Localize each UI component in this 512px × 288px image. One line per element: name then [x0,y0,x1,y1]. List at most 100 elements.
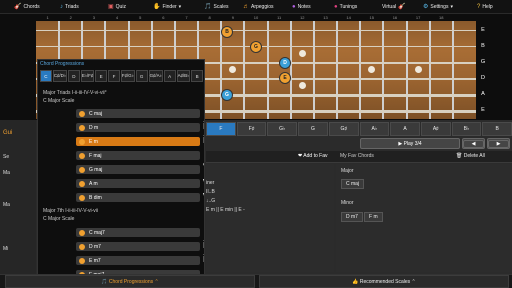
fret-number: 8 [208,15,211,20]
nav-help[interactable]: ? Help [477,0,493,14]
chord-row[interactable]: B dim [76,193,200,202]
nav-finder-label: Finder [162,4,177,10]
chord-progressions-tab[interactable]: 🎵 Chord Progressions ⌃ [5,275,255,288]
chord-dot-icon [79,257,85,264]
popup-key-button[interactable]: C♯/D♭ [52,70,67,82]
chord-label: C maj [89,110,103,117]
note-label: E [283,75,287,81]
popup-key-button[interactable]: G [135,70,148,82]
next-icon: ▶ [488,139,509,148]
chord-row[interactable]: G maj [76,165,200,174]
recommended-scales-tab[interactable]: 👍 Recommended Scales ⌃ [259,275,509,288]
chord-row[interactable]: E m [76,137,200,146]
fret-wire [243,21,246,119]
nav-arpeggios-label: Arpeggios [251,4,274,10]
nav-settings[interactable]: ⚙ Settings ▾ [423,0,453,14]
nav-virtual-label: Virtual [382,4,397,10]
fret-note[interactable]: E [279,72,291,84]
key-button[interactable]: G [298,122,328,136]
delete-all-button[interactable]: 🗑 Delete All [456,153,485,159]
key-button[interactable]: A♭ [359,122,390,136]
chord-row[interactable]: E m7 [76,256,200,265]
fret-note[interactable]: G [221,89,233,101]
chord-row[interactable]: C maj [76,109,200,118]
nav-tunings[interactable]: ● Tunings [334,0,357,14]
note-label: G [254,44,258,50]
popup-key-button[interactable]: C [40,70,52,82]
section-subtitle: C Major Scale [43,98,75,104]
left-ma2-label: Ma [3,202,10,208]
popup-key-button[interactable]: A♯/B♭ [176,70,191,82]
nav-arpeggios[interactable]: ♬ Arpeggios [243,0,274,14]
left-panel: Gui Se Ma Ma Mi [0,120,36,288]
fret-note[interactable]: D [279,57,291,69]
chord-dot-icon [79,180,85,187]
popup-key-button[interactable]: F [108,70,120,82]
chord-row[interactable]: A m [76,179,200,188]
popup-key-button[interactable]: B [191,70,204,82]
string-name: D [481,75,485,81]
key-button[interactable]: F [206,122,236,136]
nav-scales[interactable]: 🎵 Scales [204,0,229,14]
chord-dot-icon [79,229,85,236]
popup-key-button[interactable]: F♯/G♭ [120,70,135,82]
roman-numeral: iii [203,135,204,146]
help-icon: ? [477,4,481,10]
key-button[interactable]: A [390,122,420,136]
popup-key-button[interactable]: D [67,70,80,82]
popup-key-button[interactable]: G♯/A♭ [148,70,163,82]
nav-chords[interactable]: 🎸 Chords [14,0,40,14]
fav-chip-c-maj[interactable]: C maj [341,179,365,189]
nav-finder[interactable]: ✋ Finder ▾ [153,0,181,14]
nav-virtual[interactable]: Virtual 🎸 [382,0,406,14]
chord-progressions-label: 🎵 Chord Progressions ⌃ [101,278,159,285]
chord-label: C maj7 [89,229,105,236]
popup-key-button[interactable]: E♭/F♯ [80,70,95,82]
fret-number: 2 [69,15,72,20]
add-to-fav-button[interactable]: ❤ Add to Fav [298,153,327,159]
minor-label: Minor [341,200,354,206]
key-button[interactable]: G♯ [328,122,359,136]
fav-chip-f-m[interactable]: F m [364,212,383,222]
chord-label: B dim [89,194,102,201]
key-button[interactable]: B [482,122,512,136]
chord-info-panel: iner II..B ↓..G E m || E min || E - [206,164,334,272]
prev-button[interactable]: ◀ [462,138,485,149]
chord-row[interactable]: D m [76,123,200,132]
chord-info-line: ↓..G [206,198,216,204]
chord-info-line: iner [206,180,215,186]
chord-dot-icon [79,271,85,274]
chord-row[interactable]: F maj [76,151,200,160]
key-button[interactable]: B♭ [451,122,482,136]
chord-progressions-popup: Chord Progressions C C♯/D♭ D E♭/F♯ E F F♯/G♭ G G… [37,59,205,275]
fret-number: 1 [46,15,49,20]
left-guide-label: Gui [3,130,13,136]
chord-row[interactable]: D m7 [76,242,200,251]
key-button[interactable]: G♭ [267,122,298,136]
next-button[interactable]: ▶ [487,138,510,149]
key-button[interactable]: F♯ [236,122,267,136]
fret-note[interactable]: B [221,26,233,38]
nav-quiz[interactable]: ▣ Quiz [108,0,126,14]
nav-notes[interactable]: ● Notes [292,0,311,14]
key-selector: F F♯ G♭ G G♯ A♭ A A♯ B♭ B [206,122,512,136]
chord-dot-icon [79,194,85,201]
nav-chords-label: Chords [23,4,40,10]
notes-icon: ● [292,4,296,10]
fret-number: 5 [139,15,142,20]
chord-row[interactable]: C maj7 [76,228,200,237]
roman-numeral: ii [203,121,204,132]
favorites-bar: ❤ Add to Fav My Fav Chords 🗑 Delete All [206,151,512,163]
fav-chip-d-m7[interactable]: D m7 [341,212,363,222]
play-button[interactable]: ▶ Play 3/4 [360,138,460,149]
fret-note[interactable]: G [250,41,262,53]
popup-key-button[interactable]: E [95,70,108,82]
key-button[interactable]: A♯ [420,122,451,136]
section-subtitle: C Major Scale [43,216,75,222]
fret-number: 16 [392,15,398,20]
popup-key-button[interactable]: A [163,70,176,82]
roman-numeral: I [203,226,204,237]
nav-triads[interactable]: ♪ Triads [60,0,79,14]
chord-row[interactable]: F maj7 [76,270,200,274]
chord-label: G maj [89,166,103,173]
